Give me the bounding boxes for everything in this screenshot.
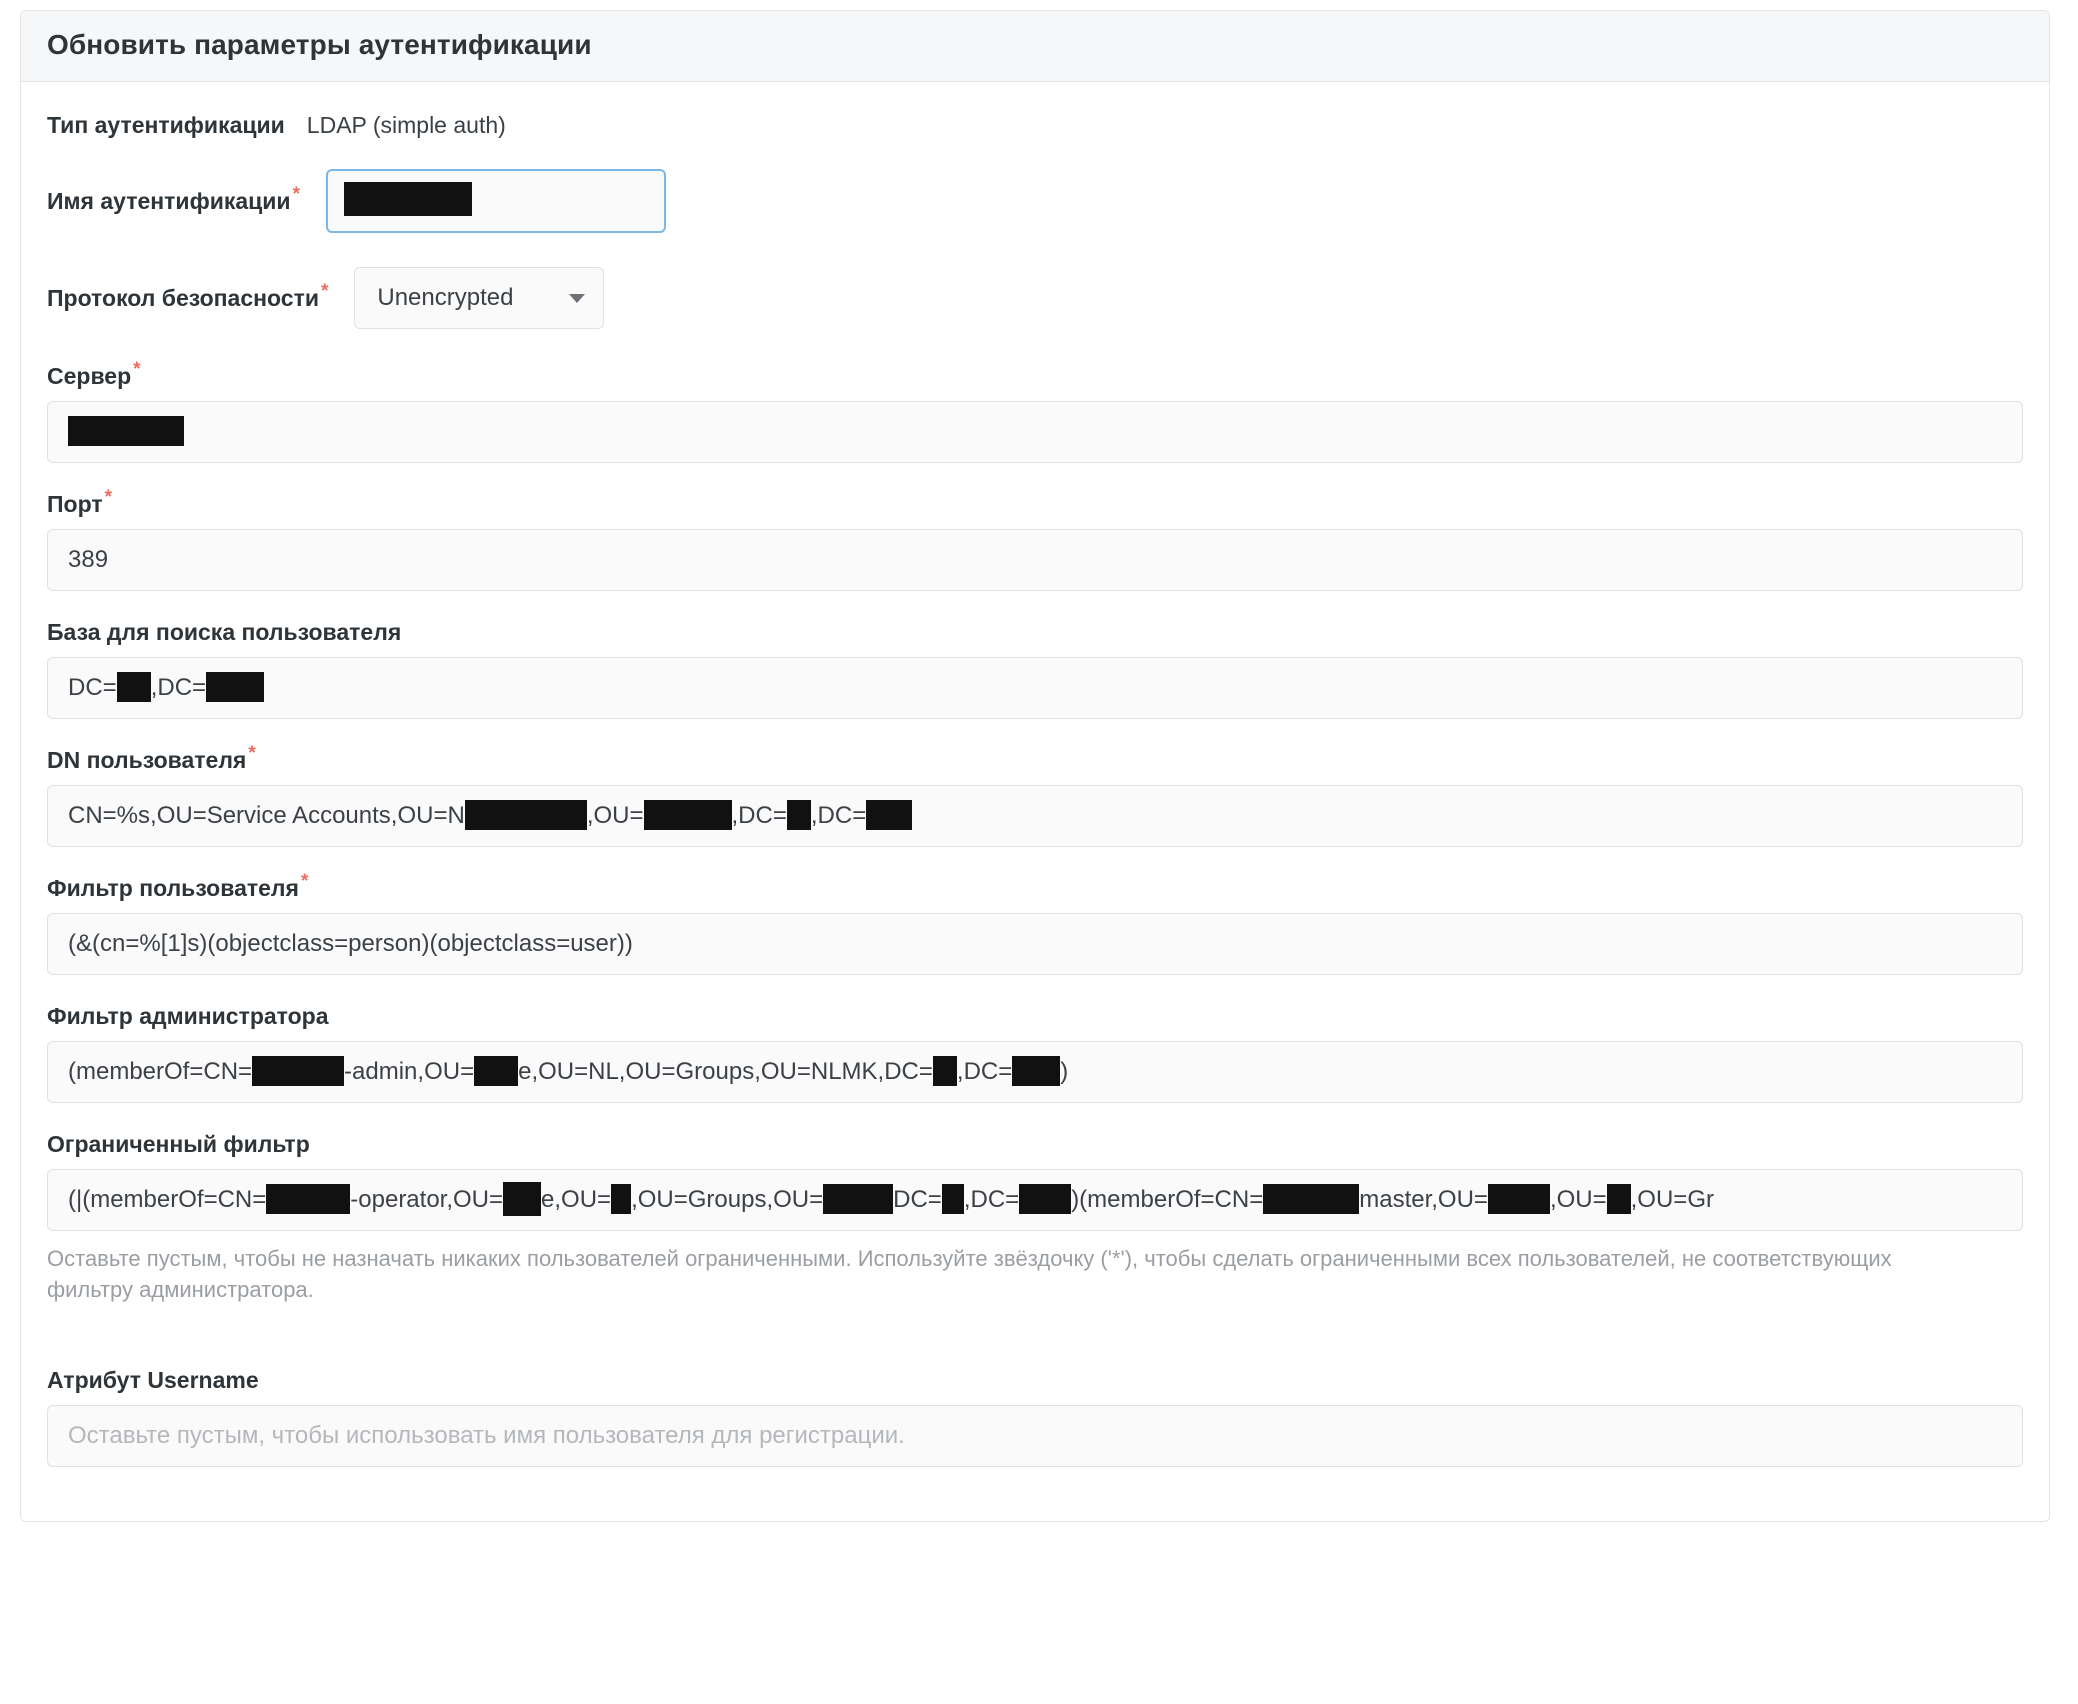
security-protocol-label: Протокол безопасности * — [47, 280, 329, 311]
redaction-bar — [1606, 1183, 1631, 1214]
redaction-bar — [823, 1183, 894, 1214]
user-filter-input[interactable]: (&(cn=%[1]s)(objectclass=person)(objectc… — [47, 913, 2023, 975]
restricted-filter-helper-text: Оставьте пустым, чтобы не назначать ника… — [47, 1246, 1892, 1303]
redaction-bar — [68, 415, 184, 446]
redaction-bar — [1263, 1183, 1360, 1214]
host-input[interactable] — [47, 401, 2023, 463]
field-row-user-filter: Фильтр пользователя * (&(cn=%[1]s)(object… — [47, 871, 2023, 975]
field-row-user-dn: DN пользователя * CN=%s,OU=Service Accoun… — [47, 743, 2023, 847]
security-protocol-value: Unencrypted — [377, 284, 514, 311]
page-root: Обновить параметры аутентификации Тип ау… — [0, 0, 2078, 1704]
admin-filter-label: Фильтр администратора — [47, 1003, 329, 1029]
redaction-bar — [941, 1183, 964, 1214]
required-asterisk: * — [248, 743, 256, 765]
security-protocol-select[interactable]: Unencrypted — [354, 267, 605, 329]
required-asterisk: * — [300, 871, 309, 893]
host-label: Сервер * — [47, 359, 141, 389]
redaction-bar — [611, 1183, 632, 1214]
redaction-bar — [1012, 1055, 1061, 1086]
field-row-port: Порт * 389 — [47, 487, 2023, 591]
field-row-security-protocol: Протокол безопасности * Unencrypted — [47, 267, 2023, 329]
field-row-user-search-base: База для поиска пользователя DC= ,DC= — [47, 619, 2023, 719]
required-asterisk: * — [320, 280, 329, 302]
restricted-filter-input[interactable]: (|(memberOf=CN= -operator,OU= e,OU= ,OU=Gro… — [47, 1169, 2023, 1231]
field-row-auth-name: Имя аутентификации * — [47, 169, 2023, 233]
redaction-bar — [206, 671, 265, 702]
required-asterisk: * — [133, 359, 141, 381]
redaction-bar — [503, 1181, 542, 1216]
redaction-bar — [464, 799, 587, 830]
user-filter-label: Фильтр пользователя * — [47, 871, 309, 901]
auth-name-label: Имя аутентификации * — [47, 183, 300, 214]
field-row-admin-filter: Фильтр администратора (memberOf=CN= -admi… — [47, 1003, 2023, 1103]
redaction-bar — [786, 799, 811, 830]
redaction-bar — [643, 799, 732, 830]
admin-filter-value: (memberOf=CN= -admin,OU= e,OU=NL,OU=Groups… — [68, 1042, 1068, 1102]
field-row-restricted-filter: Ограниченный фильтр (|(memberOf=CN= -oper… — [47, 1131, 2023, 1305]
user-dn-label: DN пользователя * — [47, 743, 256, 773]
user-search-base-value: DC= ,DC= — [68, 658, 265, 718]
auth-type-value: LDAP (simple auth) — [306, 112, 506, 138]
form-body: Тип аутентификации LDAP (simple auth) Им… — [21, 82, 2049, 1521]
restricted-filter-label: Ограниченный фильтр — [47, 1131, 310, 1157]
redaction-bar — [116, 671, 151, 702]
field-row-username-attribute: Атрибут Username Оставьте пустым, чтобы … — [47, 1367, 2023, 1468]
redaction-bar — [474, 1055, 519, 1086]
page-title: Обновить параметры аутентификации — [21, 11, 2049, 82]
admin-filter-input[interactable]: (memberOf=CN= -admin,OU= e,OU=NL,OU=Groups… — [47, 1041, 2023, 1103]
username-attribute-label: Атрибут Username — [47, 1367, 259, 1394]
user-dn-input[interactable]: CN=%s,OU=Service Accounts,OU=N ,OU= ,DC= ,D… — [47, 785, 2023, 847]
redaction-bar — [266, 1183, 351, 1214]
port-label: Порт * — [47, 487, 112, 517]
redaction-bar — [866, 799, 913, 830]
redaction-bar — [932, 1055, 957, 1086]
redaction-bar — [1019, 1183, 1072, 1214]
user-dn-value: CN=%s,OU=Service Accounts,OU=N ,OU= ,DC= ,D… — [68, 786, 913, 846]
auth-type-label: Тип аутентификации — [47, 112, 285, 138]
user-search-base-input[interactable]: DC= ,DC= — [47, 657, 2023, 719]
redaction-bar — [1487, 1183, 1550, 1214]
restricted-filter-value: (|(memberOf=CN= -operator,OU= e,OU= ,OU=Gro… — [68, 1170, 1714, 1230]
port-input[interactable]: 389 — [47, 529, 2023, 591]
auth-name-input[interactable] — [325, 169, 666, 233]
required-asterisk: * — [104, 487, 112, 509]
field-row-host: Сервер * — [47, 359, 2023, 463]
redaction-bar — [343, 182, 472, 216]
required-asterisk: * — [292, 183, 300, 205]
auth-settings-card: Обновить параметры аутентификации Тип ау… — [20, 10, 2050, 1523]
user-search-base-label: База для поиска пользователя — [47, 619, 402, 645]
field-row-auth-type: Тип аутентификации LDAP (simple auth) — [47, 112, 2023, 139]
username-attribute-input[interactable]: Оставьте пустым, чтобы использовать имя … — [47, 1405, 2023, 1468]
chevron-down-icon — [569, 293, 586, 303]
redaction-bar — [252, 1055, 345, 1086]
